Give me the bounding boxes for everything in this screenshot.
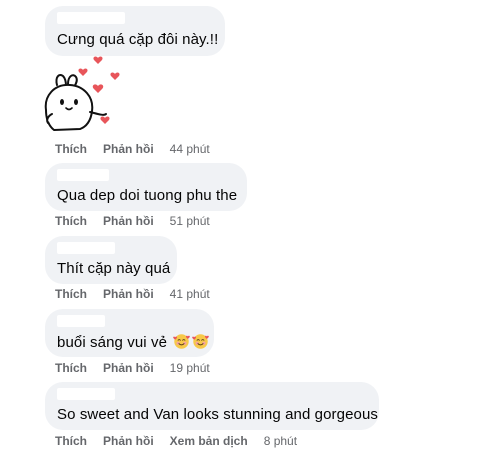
like-link[interactable]: Thích: [55, 361, 87, 375]
commenter-name-redacted[interactable]: [57, 242, 115, 254]
like-link[interactable]: Thích: [55, 214, 87, 228]
commenter-name-redacted[interactable]: [57, 12, 125, 24]
comment-actions: Thích Phản hồi 41 phút: [55, 286, 210, 302]
commenter-name-redacted[interactable]: [57, 315, 105, 327]
like-link[interactable]: Thích: [55, 142, 87, 156]
comment-text: So sweet and Van looks stunning and gorg…: [57, 406, 379, 423]
bunny-hearts-sticker-icon: [44, 56, 120, 131]
like-link[interactable]: Thích: [55, 287, 87, 301]
reply-link[interactable]: Phản hồi: [103, 214, 154, 228]
comment-text: buổi sáng vui vẻ: [57, 333, 210, 351]
timestamp[interactable]: 44 phút: [170, 142, 210, 156]
timestamp[interactable]: 19 phút: [170, 361, 210, 375]
reply-link[interactable]: Phản hồi: [103, 361, 154, 375]
like-link[interactable]: Thích: [55, 434, 87, 448]
commenter-name-redacted[interactable]: [57, 388, 115, 400]
comment-text: Qua dep doi tuong phu the: [57, 187, 238, 204]
see-translation-link[interactable]: Xem bản dịch: [170, 434, 248, 448]
reply-link[interactable]: Phản hồi: [103, 287, 154, 301]
comment-bubble: Qua dep doi tuong phu the: [45, 163, 247, 211]
timestamp[interactable]: 8 phút: [264, 434, 297, 448]
timestamp[interactable]: 51 phút: [170, 214, 210, 228]
comment-text-content: buổi sáng vui vẻ: [57, 334, 168, 351]
smiling-face-with-hearts-emoji-icon: [192, 334, 210, 349]
comment-text: Cưng quá cặp đôi này.!!: [57, 31, 219, 48]
comment-text: Thít cặp này quá: [57, 260, 171, 277]
commenter-name-redacted[interactable]: [57, 169, 109, 181]
smiling-face-with-hearts-emoji-icon: [173, 334, 191, 349]
comment-actions: Thích Phản hồi Xem bản dịch 8 phút: [55, 433, 297, 449]
comment-thread: Cưng quá cặp đôi này.!! Thích Phản hồi 4…: [0, 0, 479, 452]
comment-bubble: buổi sáng vui vẻ: [45, 309, 214, 357]
comment-bubble: Thít cặp này quá: [45, 236, 177, 284]
timestamp[interactable]: 41 phút: [170, 287, 210, 301]
reply-link[interactable]: Phản hồi: [103, 142, 154, 156]
comment-bubble: So sweet and Van looks stunning and gorg…: [45, 382, 379, 430]
comment-bubble: Cưng quá cặp đôi này.!!: [45, 6, 225, 56]
comment-actions: Thích Phản hồi 44 phút: [55, 141, 210, 157]
comment-actions: Thích Phản hồi 51 phút: [55, 213, 210, 229]
reply-link[interactable]: Phản hồi: [103, 434, 154, 448]
comment-actions: Thích Phản hồi 19 phút: [55, 360, 210, 376]
